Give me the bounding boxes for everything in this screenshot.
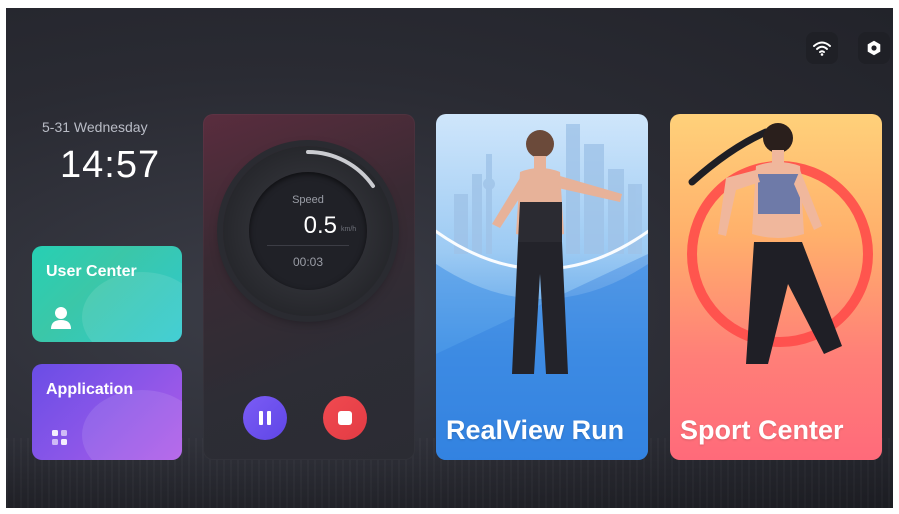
sport-center-card[interactable]: Sport Center xyxy=(670,114,882,460)
stop-button[interactable] xyxy=(323,396,367,440)
tile-decoration xyxy=(82,390,182,460)
pause-icon xyxy=(259,411,271,425)
pause-button[interactable] xyxy=(243,396,287,440)
realview-run-title: RealView Run xyxy=(446,415,625,445)
wifi-icon xyxy=(813,41,831,56)
user-center-tile[interactable]: User Center xyxy=(32,246,182,342)
application-tile[interactable]: Application xyxy=(32,364,182,460)
wifi-button[interactable] xyxy=(806,32,838,64)
home-screen: 5-31 Wednesday 14:57 User Center Applica… xyxy=(6,8,893,508)
elapsed-timer: 00:03 xyxy=(292,255,324,269)
date-label: 5-31 Wednesday xyxy=(42,119,148,135)
settings-button[interactable] xyxy=(858,32,890,64)
stop-icon xyxy=(338,411,352,425)
apps-grid-icon xyxy=(52,430,67,445)
divider xyxy=(267,245,349,246)
sport-illustration xyxy=(687,123,873,364)
speed-dial: Speed 0.5 km/h 00:03 xyxy=(223,146,393,316)
user-center-label: User Center xyxy=(46,263,137,280)
application-label: Application xyxy=(46,381,134,398)
realview-illustration xyxy=(436,124,648,460)
tile-decoration xyxy=(82,272,182,342)
sport-center-title: Sport Center xyxy=(680,415,844,445)
speed-label: Speed xyxy=(292,194,324,206)
clock-time: 14:57 xyxy=(60,144,161,186)
speed-panel: Speed 0.5 km/h 00:03 xyxy=(203,114,415,460)
realview-run-card[interactable]: RealView Run xyxy=(436,114,648,460)
speed-value: 0.5 xyxy=(303,212,337,239)
gear-icon xyxy=(867,40,881,56)
speed-readout: Speed 0.5 km/h 00:03 xyxy=(249,172,367,290)
user-icon xyxy=(51,307,71,329)
speed-unit: km/h xyxy=(341,226,357,233)
